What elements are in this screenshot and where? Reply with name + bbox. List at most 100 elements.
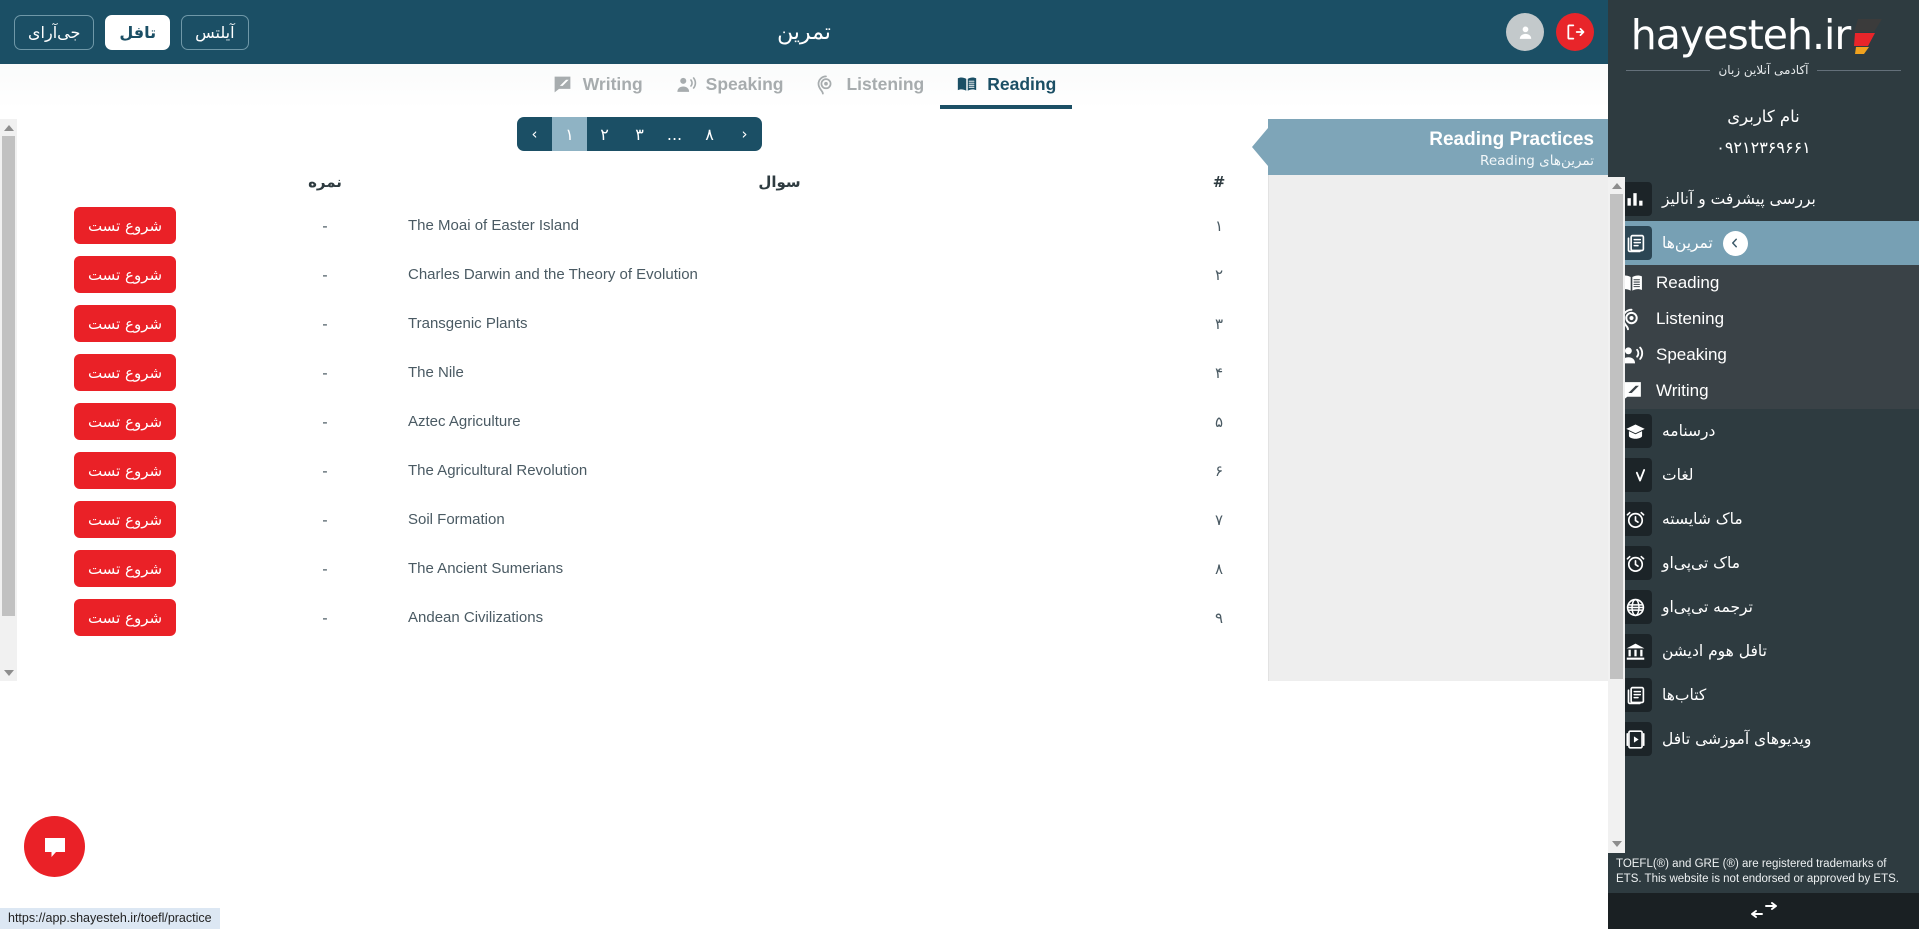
logout-icon xyxy=(1567,24,1585,40)
brand-tagline: آکادمی آنلاین زبان xyxy=(1718,63,1809,77)
scroll-up-arrow[interactable] xyxy=(0,119,17,136)
row-number: ۷ xyxy=(1214,510,1224,529)
pagination-page-8[interactable]: ۸ xyxy=(692,117,727,151)
start-test-button[interactable]: شروع تست xyxy=(74,207,176,244)
sidebar-item-exercises[interactable]: تمرین‌ها xyxy=(1608,221,1919,265)
scroll-thumb[interactable] xyxy=(2,136,15,616)
sidebar-subitem-listening[interactable]: Listening xyxy=(1608,301,1919,337)
pagination-wrapper: ‹ ۱ ۲ ۳ ... ۸ › xyxy=(0,117,1279,151)
sidebar-item-label: بررسی پیشرفت و آنالیز xyxy=(1662,190,1816,208)
sidebar-item-label: ماک تی‌پی‌او xyxy=(1662,554,1741,572)
row-score: - xyxy=(322,608,328,627)
sidebar-item-books[interactable]: کتاب‌ها xyxy=(1608,673,1919,717)
sidebar-subitem-label: Listening xyxy=(1656,309,1725,328)
user-phone: ۰۹۲۱۲۳۶۹۶۶۱ xyxy=(1716,138,1811,157)
header-question: سوال xyxy=(758,173,801,191)
sidebar-item-toefl-home-edition[interactable]: تافل هوم ادیشن xyxy=(1608,629,1919,673)
sidebar-subitem-reading[interactable]: Reading xyxy=(1608,265,1919,301)
row-number: ۶ xyxy=(1214,461,1224,480)
sidebar-item-vocabulary[interactable]: A لغات xyxy=(1608,453,1919,497)
sidebar-item-courseware[interactable]: درسنامه xyxy=(1608,409,1919,453)
page-scrollbar[interactable] xyxy=(0,119,17,681)
row-number: ۴ xyxy=(1214,363,1224,382)
status-bar-url: https://app.shayesteh.ir/toefl/practice xyxy=(0,908,220,929)
practice-panel-title: Reading Practices xyxy=(1429,129,1594,150)
table-row: ۶ The Agricultural Revolution - شروع تست xyxy=(0,446,1279,495)
sidebar-subitem-label: Reading xyxy=(1656,273,1720,292)
tab-listening[interactable]: Listening xyxy=(799,64,940,109)
chat-button[interactable] xyxy=(24,816,85,877)
sidebar-item-label: ترجمه تی‌پی‌او xyxy=(1662,598,1753,616)
start-test-button[interactable]: شروع تست xyxy=(74,550,176,587)
table-row: ۸ The Ancient Sumerians - شروع تست xyxy=(0,544,1279,593)
pagination-ellipsis: ... xyxy=(666,124,683,144)
row-question: The Moai of Easter Island xyxy=(408,217,579,234)
exam-button-toefl[interactable]: تافل xyxy=(105,14,171,50)
sidebar-item-label: درسنامه xyxy=(1662,422,1716,440)
sidebar-subitem-label: Writing xyxy=(1656,381,1709,400)
sidebar-subnav: Reading Listening Speaking Writing xyxy=(1608,265,1919,409)
row-question: Charles Darwin and the Theory of Evoluti… xyxy=(408,266,698,283)
row-number: ۳ xyxy=(1214,314,1224,333)
exam-button-ielts[interactable]: آیلتس xyxy=(181,14,249,50)
sidebar-scroll-thumb[interactable] xyxy=(1610,194,1623,679)
writing-icon xyxy=(552,74,574,96)
row-score: - xyxy=(322,363,328,382)
pagination-page-3[interactable]: ۳ xyxy=(622,117,657,151)
sidebar-scroll-up[interactable] xyxy=(1608,177,1625,194)
skill-tabs: Writing Speaking Listening Reading xyxy=(0,64,1608,109)
pagination-page-1[interactable]: ۱ xyxy=(552,117,587,151)
sidebar-item-label: تافل هوم ادیشن xyxy=(1662,642,1767,660)
pagination-page-2[interactable]: ۲ xyxy=(587,117,622,151)
user-block: نام کاربری ۰۹۲۱۲۳۶۹۶۶۱ xyxy=(1608,85,1919,165)
user-name: نام کاربری xyxy=(1727,107,1800,126)
row-question: Soil Formation xyxy=(408,511,505,528)
sidebar-item-label: ماک شایسته xyxy=(1662,510,1743,528)
sidebar-nav-scroll: بررسی پیشرفت و آنالیز تمرین‌ها xyxy=(1608,177,1919,853)
user-avatar-button[interactable] xyxy=(1506,13,1544,51)
scroll-down-arrow[interactable] xyxy=(0,664,17,681)
brand-block: hayesteh.ir آکادمی آنلاین زبان xyxy=(1608,0,1919,85)
pagination-next[interactable]: › xyxy=(727,117,762,151)
start-test-button[interactable]: شروع تست xyxy=(74,452,176,489)
row-score: - xyxy=(322,314,328,333)
row-number: ۹ xyxy=(1214,608,1224,627)
start-test-button[interactable]: شروع تست xyxy=(74,305,176,342)
row-score: - xyxy=(322,559,328,578)
sidebar-item-tpo-translation[interactable]: ترجمه تی‌پی‌او xyxy=(1608,585,1919,629)
sidebar-item-progress-analysis[interactable]: بررسی پیشرفت و آنالیز xyxy=(1608,177,1919,221)
start-test-button[interactable]: شروع تست xyxy=(74,354,176,391)
sidebar-item-toefl-videos[interactable]: ویدیوهای آموزشی تافل xyxy=(1608,717,1919,761)
row-number: ۲ xyxy=(1214,265,1224,284)
topbar-left-actions xyxy=(1506,13,1594,51)
table-row: ۹ Andean Civilizations - شروع تست xyxy=(0,593,1279,642)
exam-button-gre[interactable]: جی‌آر‌ای xyxy=(14,14,95,50)
app-root: تمرین آیلتس تافل جی‌آر‌ای Writing Speaki… xyxy=(0,0,1919,929)
sidebar-collapse-button[interactable] xyxy=(1608,893,1919,929)
start-test-button[interactable]: شروع تست xyxy=(74,599,176,636)
tab-writing[interactable]: Writing xyxy=(536,64,659,109)
sidebar-item-mock-tpo[interactable]: ماک تی‌پی‌او xyxy=(1608,541,1919,585)
sidebar-subitem-speaking[interactable]: Speaking xyxy=(1608,337,1919,373)
chat-bubble-icon xyxy=(44,837,65,857)
table-header-row: # سوال نمره xyxy=(0,167,1279,201)
sidebar-nav-list: بررسی پیشرفت و آنالیز تمرین‌ها xyxy=(1608,177,1919,761)
start-test-button[interactable]: شروع تست xyxy=(74,403,176,440)
start-test-button[interactable]: شروع تست xyxy=(74,256,176,293)
chevron-left-icon[interactable] xyxy=(1722,230,1748,256)
row-question: Transgenic Plants xyxy=(408,315,528,332)
sidebar-item-mock-shayesteh[interactable]: ماک شایسته xyxy=(1608,497,1919,541)
table-row: ۱ The Moai of Easter Island - شروع تست xyxy=(0,201,1279,250)
tab-speaking[interactable]: Speaking xyxy=(659,64,800,109)
sidebar-scroll-down[interactable] xyxy=(1608,835,1625,853)
header-action xyxy=(0,167,250,201)
logout-button[interactable] xyxy=(1556,13,1594,51)
start-test-button[interactable]: شروع تست xyxy=(74,501,176,538)
main-content: ‹ ۱ ۲ ۳ ... ۸ › # سوال نمره ۱ The Moai o… xyxy=(0,109,1279,929)
sidebar-scrollbar[interactable] xyxy=(1608,177,1625,853)
tab-reading[interactable]: Reading xyxy=(940,64,1073,109)
pagination-prev[interactable]: ‹ xyxy=(517,117,552,151)
row-number: ۸ xyxy=(1214,559,1224,578)
sidebar-subitem-writing[interactable]: Writing xyxy=(1608,373,1919,409)
speaking-icon xyxy=(675,74,697,96)
